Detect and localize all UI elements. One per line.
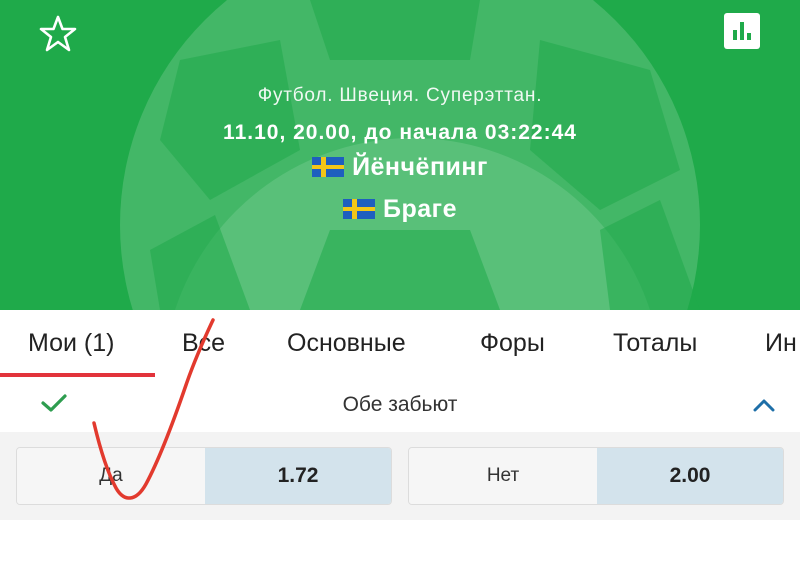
tab-totals[interactable]: Тоталы xyxy=(613,310,697,378)
tab-main[interactable]: Основные xyxy=(287,310,406,378)
tab-handicaps[interactable]: Форы xyxy=(480,310,545,378)
odd-label: Да xyxy=(17,448,205,504)
market-title: Обе забьют xyxy=(342,393,458,416)
tab-more[interactable]: Ин xyxy=(765,310,797,378)
bottom-area xyxy=(0,520,800,566)
team-away-name: Браге xyxy=(383,195,457,223)
match-info: Футбол. Швеция. Суперэттан. 11.10, 20.00… xyxy=(0,82,800,226)
odd-button-no[interactable]: Нет 2.00 xyxy=(408,447,784,505)
tab-my[interactable]: Мои (1) xyxy=(28,310,114,378)
odd-button-yes[interactable]: Да 1.72 xyxy=(16,447,392,505)
star-icon[interactable] xyxy=(38,14,78,54)
match-header: Футбол. Швеция. Суперэттан. 11.10, 20.00… xyxy=(0,0,800,310)
team-home-name: Йёнчёпинг xyxy=(352,153,488,181)
tab-all[interactable]: Все xyxy=(182,310,225,378)
match-datetime: 11.10, 20.00, до начала 03:22:44 xyxy=(223,121,577,144)
market-tabs: Мои (1) Все Основные Форы Тоталы Ин xyxy=(0,310,800,379)
sweden-flag-icon xyxy=(343,199,376,219)
league-name: Футбол. Швеция. Суперэттан. xyxy=(257,85,543,106)
chevron-up-icon[interactable] xyxy=(750,394,778,416)
market-header[interactable]: Обе забьют xyxy=(0,378,800,433)
bar-chart-icon[interactable] xyxy=(724,13,760,49)
odd-label: Нет xyxy=(409,448,597,504)
team-home: Йёнчёпинг xyxy=(0,150,800,184)
odd-value: 2.00 xyxy=(597,448,783,504)
active-tab-indicator xyxy=(0,373,155,377)
sweden-flag-icon xyxy=(312,157,345,177)
team-away: Браге xyxy=(0,192,800,226)
odd-value: 1.72 xyxy=(205,448,391,504)
